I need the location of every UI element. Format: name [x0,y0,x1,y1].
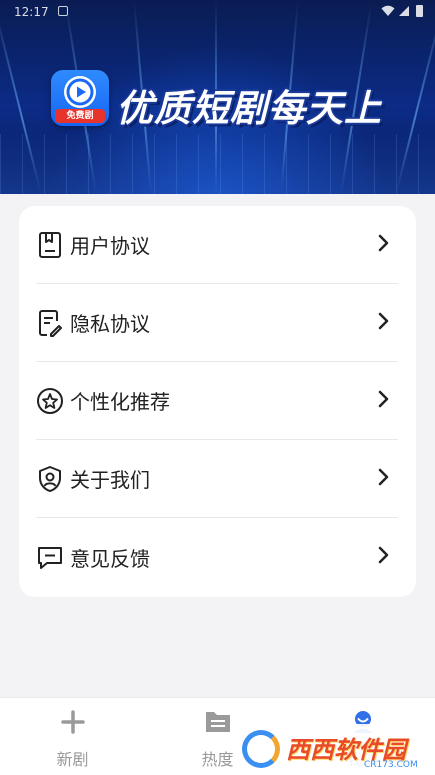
document-edit-icon [36,309,64,337]
header-banner: 12:17 免费剧 优质短剧每天上 [0,0,435,194]
wifi-icon [381,5,395,20]
settings-menu-card: 用户协议 隐私协议 个性化推荐 关于我们 意见反馈 [19,206,416,597]
menu-item-label: 个性化推荐 [70,390,170,414]
chevron-right-icon [378,545,390,569]
battery-icon [416,5,423,17]
menu-item-about-us[interactable]: 关于我们 [36,440,398,518]
tab-new-dramas[interactable]: 新剧 [0,698,145,775]
logo-badge: 免费剧 [55,109,105,123]
status-time: 12:17 [14,5,49,19]
menu-item-feedback[interactable]: 意见反馈 [36,518,398,596]
star-circle-icon [36,387,64,415]
tab-label: 新剧 [56,750,89,769]
play-icon [64,76,96,108]
menu-item-label: 关于我们 [70,468,150,492]
status-bar: 12:17 [0,0,435,26]
chevron-right-icon [378,311,390,335]
shield-user-icon [36,465,64,493]
menu-item-personalized-recommendation[interactable]: 个性化推荐 [36,362,398,440]
app-logo: 免费剧 [51,70,109,126]
notification-icon [58,6,68,16]
watermark-logo [242,730,280,768]
chevron-right-icon [378,467,390,491]
document-bookmark-icon [36,231,64,259]
chevron-right-icon [378,389,390,413]
banner-slogan: 优质短剧每天上 [116,87,382,130]
menu-item-privacy-agreement[interactable]: 隐私协议 [36,284,398,362]
watermark-sub: CR173.COM [364,760,418,770]
signal-icon [399,6,409,16]
menu-item-label: 意见反馈 [70,546,150,571]
plus-icon [60,710,85,738]
watermark: 西西软件园 CR173.COM [236,724,435,775]
menu-item-label: 用户协议 [70,234,150,258]
message-icon [36,543,64,571]
menu-item-label: 隐私协议 [70,312,150,336]
chevron-right-icon [378,233,390,257]
menu-item-user-agreement[interactable]: 用户协议 [36,206,398,284]
file-icon [205,710,231,738]
